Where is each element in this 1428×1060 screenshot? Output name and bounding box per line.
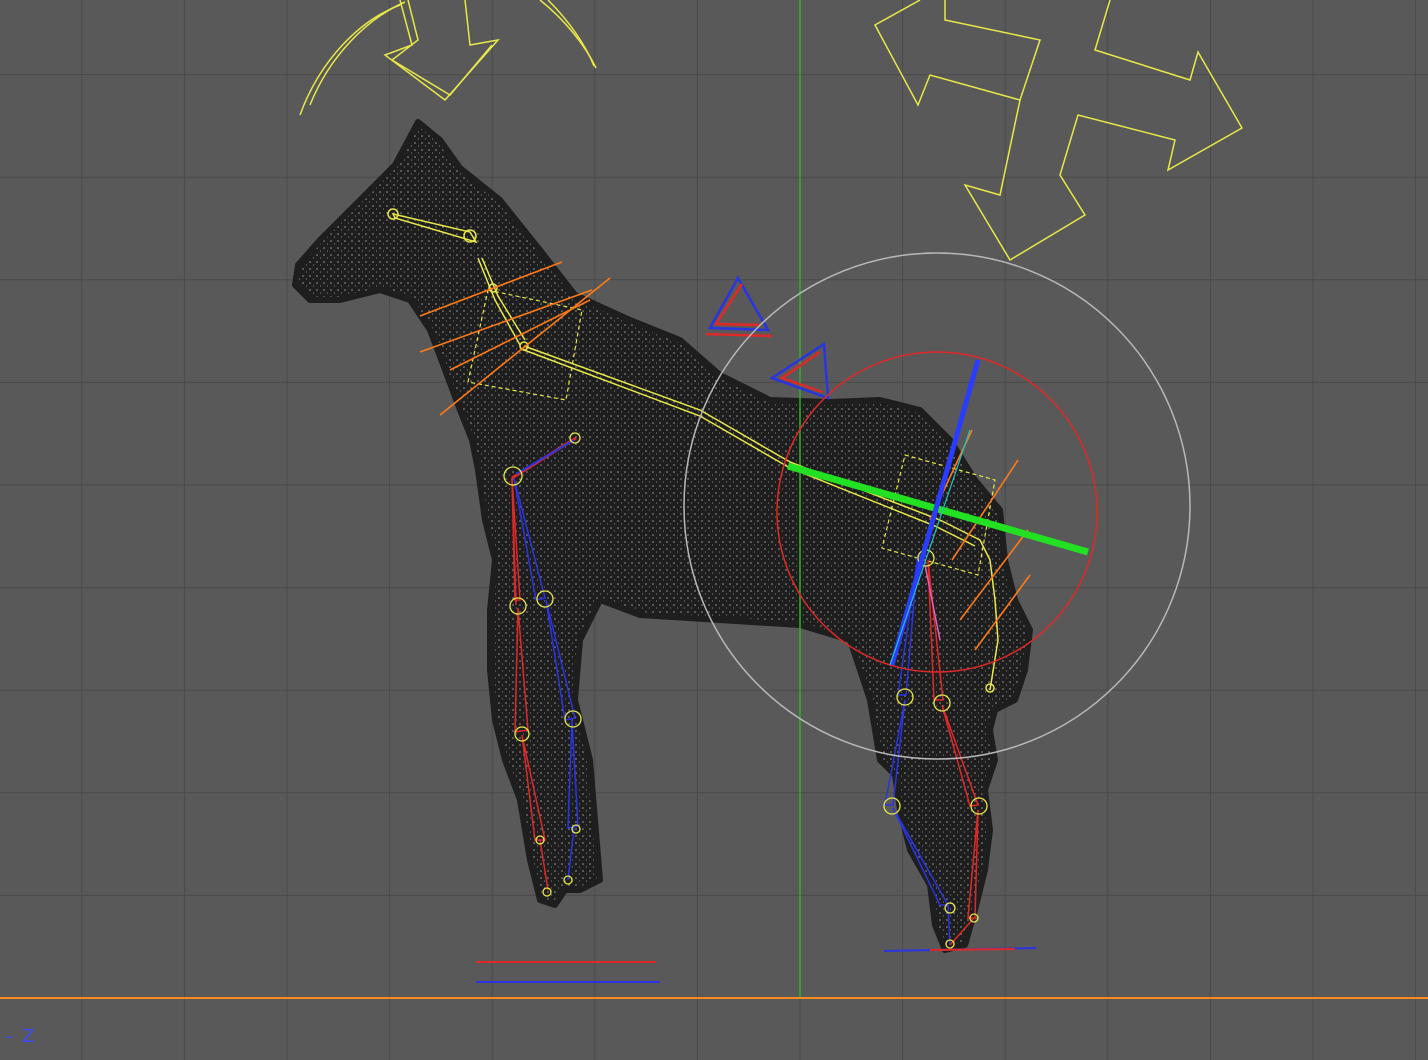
axis-label: - Z (6, 1026, 37, 1047)
horse-body-silhouette[interactable] (292, 119, 1033, 953)
move-cross-arrows-icon[interactable] (873, 0, 1244, 262)
rotate-arrows-icon[interactable] (299, 0, 597, 116)
horse-mesh[interactable] (292, 119, 1033, 953)
viewport-canvas[interactable] (0, 0, 1428, 1060)
foot-contact-lines (476, 947, 1037, 983)
3d-viewport[interactable]: - Z (0, 0, 1428, 1060)
